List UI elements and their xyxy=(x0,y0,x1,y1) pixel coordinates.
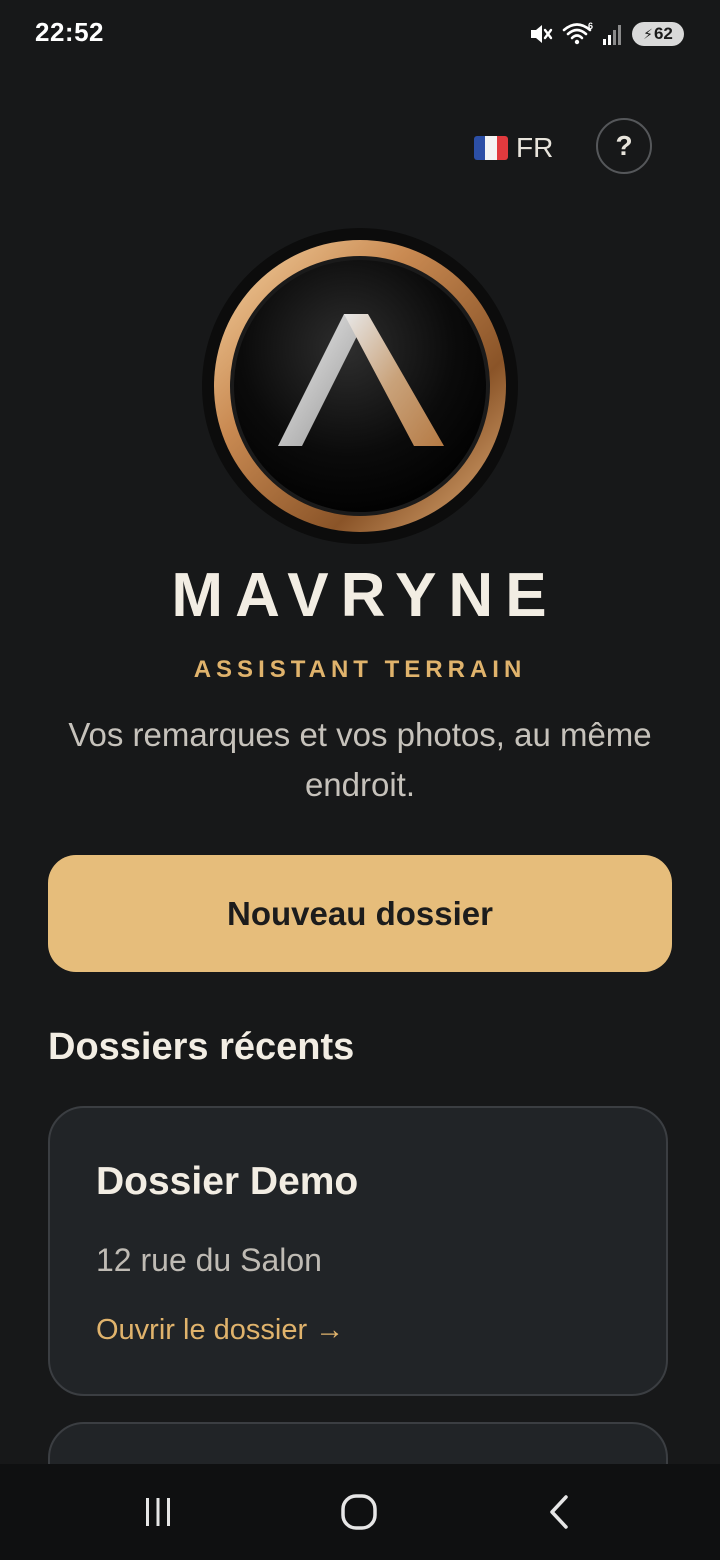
home-icon[interactable] xyxy=(329,1484,389,1540)
svg-text:6: 6 xyxy=(588,21,593,31)
france-flag-icon xyxy=(474,136,508,160)
back-icon[interactable] xyxy=(530,1484,590,1540)
language-switch[interactable]: FR xyxy=(474,128,553,168)
new-folder-button[interactable]: Nouveau dossier xyxy=(48,855,672,972)
brand-subtitle: ASSISTANT TERRAIN xyxy=(193,656,527,683)
help-icon: ? xyxy=(615,130,633,161)
status-time: 22:52 xyxy=(35,17,104,47)
wifi-icon: 6 xyxy=(562,21,594,47)
app-logo xyxy=(196,222,524,550)
help-button[interactable]: ? xyxy=(596,118,652,174)
battery-level: 62 xyxy=(653,24,673,43)
home-screen: 22:52 6 ⚡ 62 FR ? MAVRYNE ASSISTANT TERR… xyxy=(0,0,720,1560)
brand-title: MAVRYNE xyxy=(171,561,559,630)
tagline: Vos remarques et vos photos, au même end… xyxy=(68,716,652,803)
language-code: FR xyxy=(516,132,554,163)
recent-folders-title: Dossiers récents xyxy=(48,1026,355,1068)
status-bar: 22:52 6 ⚡ 62 xyxy=(0,0,720,66)
status-icons: 6 ⚡ 62 xyxy=(528,20,684,48)
bolt-icon: ⚡ xyxy=(643,25,653,42)
open-folder-link[interactable]: Ouvrir le dossier → xyxy=(96,1314,344,1347)
system-nav-bar xyxy=(0,1464,720,1560)
signal-icon xyxy=(602,22,624,46)
mute-icon xyxy=(528,21,554,47)
battery-charging-icon: ⚡ 62 xyxy=(632,22,684,46)
folder-name: Dossier Demo xyxy=(96,1160,359,1203)
folder-address: 12 rue du Salon xyxy=(96,1242,322,1278)
recents-icon[interactable] xyxy=(128,1484,188,1540)
folder-card[interactable]: Dossier Demo 12 rue du Salon Ouvrir le d… xyxy=(48,1106,668,1396)
